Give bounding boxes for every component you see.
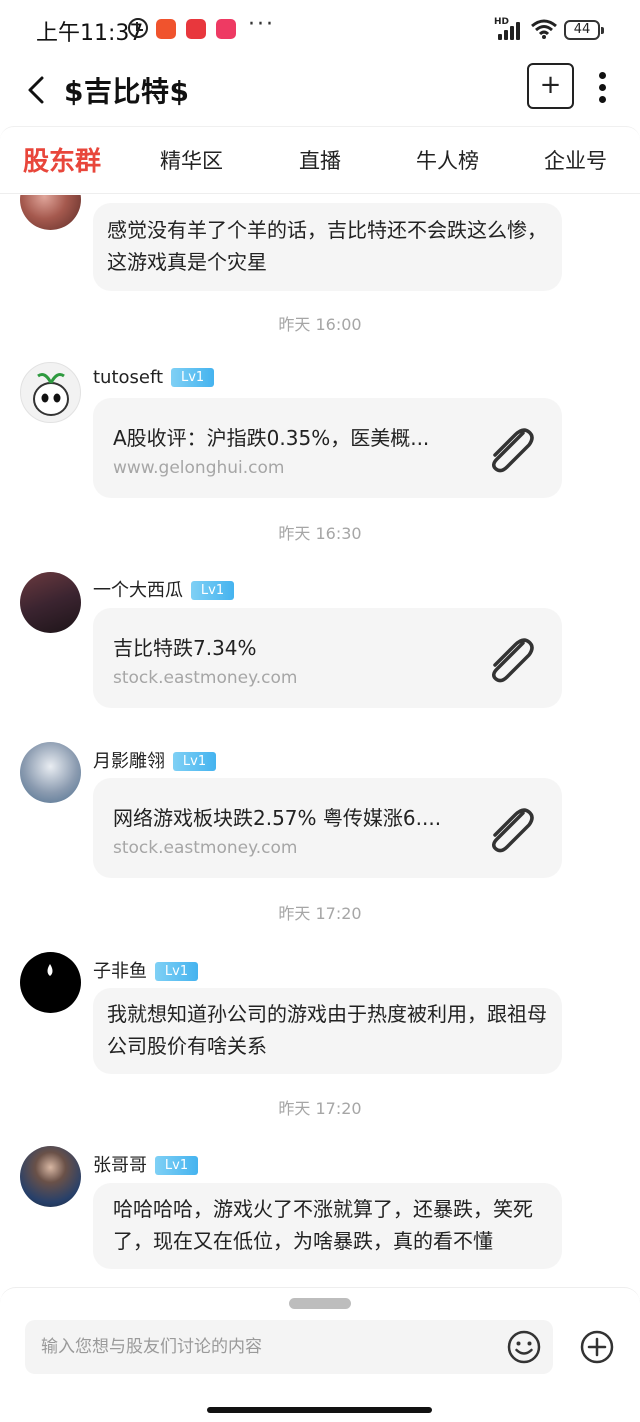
link-title: 吉比特跌7.34%	[113, 636, 257, 660]
username-text: 张哥哥	[93, 1155, 147, 1176]
tab-top-users[interactable]: 牛人榜	[416, 145, 479, 175]
home-indicator	[207, 1407, 432, 1413]
top-bar: $吉比特$ +	[0, 60, 640, 122]
username[interactable]: 月影雕翎 Lv1	[93, 747, 216, 773]
paperclip-icon	[492, 638, 534, 683]
level-badge: Lv1	[155, 962, 198, 981]
timestamp: 昨天 16:30	[278, 524, 362, 543]
message-text: 我就想知道孙公司的游戏由于热度被利用，跟祖母公司股价有啥关系	[107, 1002, 547, 1058]
paperclip-icon	[492, 808, 534, 853]
chat-list[interactable]: 感觉没有羊了个羊的话，吉比特还不会跌这么惨，这游戏真是个灾星 昨天 16:00 …	[0, 195, 640, 1287]
link-url: stock.eastmoney.com	[113, 668, 298, 688]
back-icon[interactable]	[20, 72, 56, 108]
signal-icon	[494, 18, 522, 40]
level-badge: Lv1	[191, 581, 234, 600]
avatar[interactable]	[20, 572, 81, 633]
link-card[interactable]: 吉比特跌7.34% stock.eastmoney.com	[93, 608, 562, 708]
link-url: www.gelonghui.com	[113, 458, 285, 478]
battery-icon: 44	[564, 20, 604, 40]
link-card[interactable]: 网络游戏板块跌2.57% 粤传媒涨6.... stock.eastmoney.c…	[93, 778, 562, 878]
paperclip-icon	[492, 428, 534, 473]
wifi-icon	[531, 19, 557, 39]
app-notification-icon	[156, 19, 176, 39]
avatar[interactable]	[20, 1146, 81, 1207]
drag-handle[interactable]	[289, 1298, 351, 1309]
status-bar: 上午11:37 ··· HD 44	[0, 0, 640, 60]
tab-bar: 股东群 精华区 直播 牛人榜 企业号	[0, 126, 640, 194]
timestamp: 昨天 17:20	[278, 1099, 362, 1118]
avatar[interactable]	[20, 362, 81, 423]
status-time: 上午11:37	[36, 21, 144, 46]
username[interactable]: 张哥哥 Lv1	[93, 1151, 198, 1177]
username[interactable]: tutoseft Lv1	[93, 367, 215, 388]
message-bubble[interactable]: 我就想知道孙公司的游戏由于热度被利用，跟祖母公司股价有啥关系	[93, 988, 562, 1074]
message-text: 感觉没有羊了个羊的话，吉比特还不会跌这么惨，这游戏真是个灾星	[107, 218, 547, 274]
input-panel	[0, 1287, 640, 1422]
message-input[interactable]	[25, 1320, 553, 1374]
link-card[interactable]: A股收评：沪指跌0.35%，医美概... www.gelonghui.com	[93, 398, 562, 498]
tab-live[interactable]: 直播	[299, 145, 341, 175]
level-badge: Lv1	[171, 368, 215, 387]
username[interactable]: 子非鱼 Lv1	[93, 957, 198, 983]
tab-featured[interactable]: 精华区	[160, 145, 223, 175]
username-text: tutoseft	[93, 367, 164, 388]
message-bubble[interactable]: 感觉没有羊了个羊的话，吉比特还不会跌这么惨，这游戏真是个灾星	[93, 203, 562, 291]
plus-circle-icon[interactable]	[579, 1329, 615, 1365]
link-url: stock.eastmoney.com	[113, 838, 298, 858]
username-text: 子非鱼	[93, 961, 147, 982]
username-text: 一个大西瓜	[93, 580, 183, 601]
more-notifications-icon: ···	[248, 12, 275, 37]
alarm-icon	[128, 18, 148, 38]
message-bubble[interactable]: 哈哈哈哈，游戏火了不涨就算了，还暴跌，笑死了，现在又在低位，为啥暴跌，真的看不懂	[93, 1183, 562, 1269]
link-title: A股收评：沪指跌0.35%，医美概...	[113, 426, 430, 450]
timestamp: 昨天 17:20	[278, 904, 362, 923]
avatar[interactable]	[20, 952, 81, 1013]
emoji-icon[interactable]	[506, 1329, 542, 1365]
app-notification-icon	[216, 19, 236, 39]
link-title: 网络游戏板块跌2.57% 粤传媒涨6....	[113, 806, 442, 830]
tab-shareholder-group[interactable]: 股东群	[23, 141, 101, 178]
timestamp: 昨天 16:00	[278, 315, 362, 334]
page-title: $吉比特$	[64, 75, 190, 108]
level-badge: Lv1	[155, 1156, 198, 1175]
app-notification-icon	[186, 19, 206, 39]
message-text: 哈哈哈哈，游戏火了不涨就算了，还暴跌，笑死了，现在又在低位，为啥暴跌，真的看不懂	[113, 1197, 533, 1253]
level-badge: Lv1	[173, 752, 216, 771]
avatar[interactable]	[20, 195, 81, 230]
tab-company-account[interactable]: 企业号	[544, 145, 607, 175]
username[interactable]: 一个大西瓜 Lv1	[93, 576, 234, 602]
username-text: 月影雕翎	[93, 751, 165, 772]
avatar[interactable]	[20, 742, 81, 803]
add-button[interactable]: +	[527, 63, 574, 109]
more-icon[interactable]	[596, 70, 610, 106]
